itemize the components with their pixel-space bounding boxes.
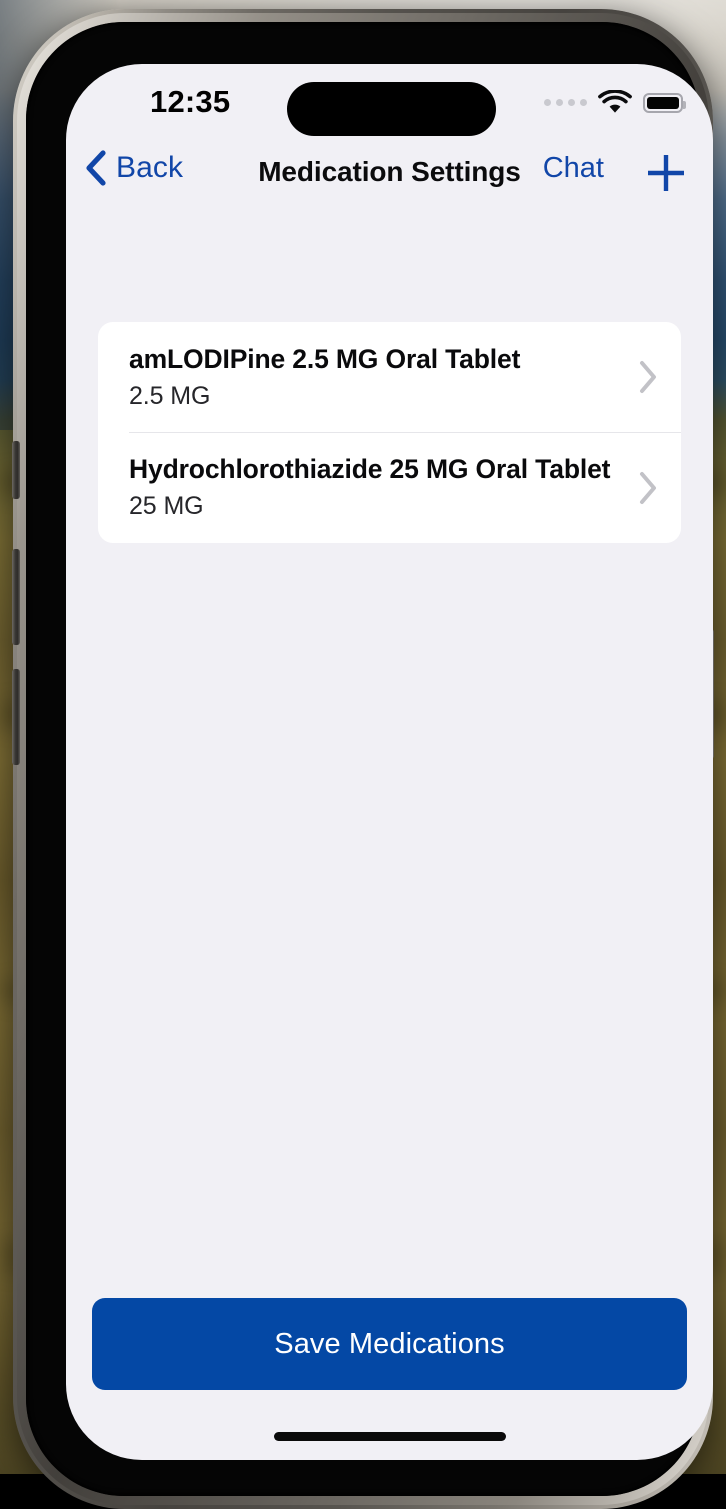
content-area: amLODIPine 2.5 MG Oral Tablet 2.5 MG Hyd…: [66, 214, 713, 1460]
volume-down-button[interactable]: [12, 669, 20, 765]
dynamic-island: [287, 82, 496, 136]
save-medications-button[interactable]: Save Medications: [92, 1298, 687, 1390]
phone-bezel: 12:35: [26, 22, 700, 1496]
medication-item-text: amLODIPine 2.5 MG Oral Tablet 2.5 MG: [129, 342, 625, 412]
medication-item-text: Hydrochlorothiazide 25 MG Oral Tablet 25…: [129, 452, 625, 522]
chevron-right-icon: [637, 359, 659, 395]
cellular-dots-icon: [544, 99, 587, 106]
add-medication-button[interactable]: [639, 146, 693, 200]
plus-icon: [639, 146, 693, 200]
medication-list-item[interactable]: amLODIPine 2.5 MG Oral Tablet 2.5 MG: [98, 322, 681, 432]
chevron-right-icon: [637, 470, 659, 506]
wifi-icon: [598, 90, 632, 115]
medication-name: amLODIPine 2.5 MG Oral Tablet: [129, 342, 625, 377]
phone-screen: 12:35: [66, 64, 713, 1460]
battery-full-icon: [643, 93, 683, 113]
phone-device: 12:35: [13, 9, 713, 1509]
navigation-bar: Back Medication Settings Chat: [66, 136, 713, 214]
medication-name: Hydrochlorothiazide 25 MG Oral Tablet: [129, 452, 625, 487]
medication-list: amLODIPine 2.5 MG Oral Tablet 2.5 MG Hyd…: [98, 322, 681, 543]
status-bar: 12:35: [66, 64, 713, 136]
medication-dose: 25 MG: [129, 490, 625, 523]
status-bar-clock: 12:35: [150, 84, 230, 120]
medication-dose: 2.5 MG: [129, 380, 625, 413]
volume-up-button[interactable]: [12, 549, 20, 645]
silent-switch-button[interactable]: [12, 441, 20, 499]
medication-list-item[interactable]: Hydrochlorothiazide 25 MG Oral Tablet 25…: [98, 432, 681, 542]
status-bar-indicators: [544, 90, 683, 115]
home-indicator[interactable]: [274, 1432, 506, 1441]
chat-button[interactable]: Chat: [543, 152, 604, 185]
page-title: Medication Settings: [66, 156, 713, 188]
